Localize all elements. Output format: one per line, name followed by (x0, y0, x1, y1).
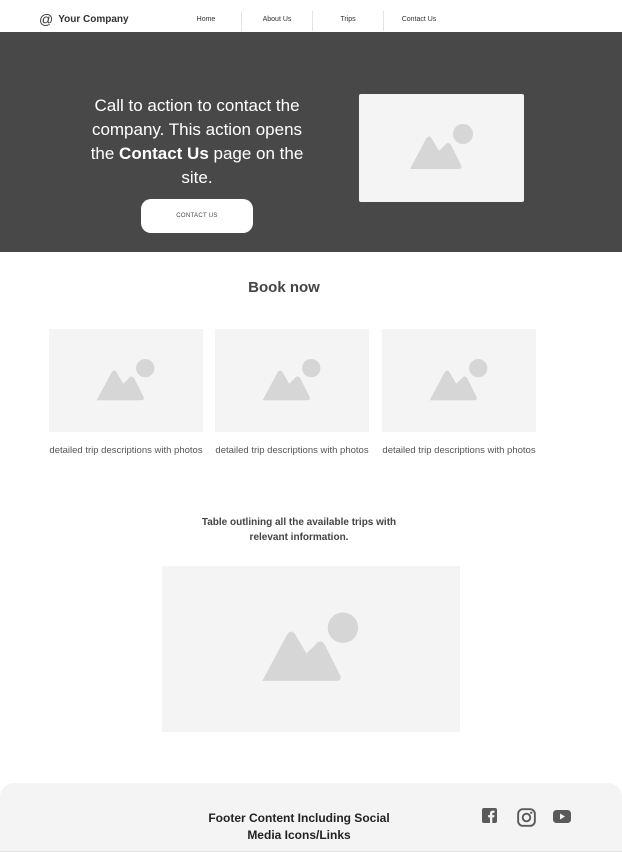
trip-card[interactable]: detailed trip descriptions with photos (215, 329, 369, 457)
site-header: @ Your Company Home About Us Trips Conta… (0, 0, 622, 32)
trip-image (215, 329, 369, 432)
nav-home[interactable]: Home (171, 11, 241, 31)
trip-card[interactable]: detailed trip descriptions with photos (382, 329, 536, 457)
nav-about-us[interactable]: About Us (242, 11, 312, 31)
trip-description: detailed trip descriptions with photos (49, 445, 203, 456)
brand-logo[interactable]: @ Your Company (39, 11, 129, 27)
trip-image (382, 329, 536, 432)
hero-call-to-action-text: Call to action to contact the company. T… (88, 94, 306, 190)
trips-table-image (162, 566, 460, 732)
hero-section: Call to action to contact the company. T… (0, 32, 622, 252)
site-footer: Footer Content Including Social Media Ic… (0, 783, 622, 852)
main-nav: Home About Us Trips Contact Us (171, 11, 454, 31)
trip-description: detailed trip descriptions with photos (215, 445, 369, 456)
image-placeholder-icon (262, 358, 321, 400)
instagram-icon[interactable] (516, 807, 536, 827)
nav-contact-us[interactable]: Contact Us (384, 11, 454, 31)
image-placeholder-icon (409, 124, 473, 169)
image-placeholder-icon (96, 358, 155, 400)
image-placeholder-icon (429, 358, 488, 400)
trip-description: detailed trip descriptions with photos (382, 445, 536, 456)
youtube-icon[interactable] (553, 809, 571, 823)
image-placeholder-icon (262, 612, 359, 681)
brand-name: Your Company (58, 13, 129, 25)
contact-us-button[interactable]: CONTACT US (141, 199, 253, 233)
hero-text-bold: Contact Us (119, 144, 209, 163)
trip-image (49, 329, 203, 432)
hero-image (359, 94, 524, 202)
trip-card[interactable]: detailed trip descriptions with photos (49, 329, 203, 457)
nav-trips[interactable]: Trips (313, 11, 383, 31)
footer-content-text: Footer Content Including Social Media Ic… (208, 811, 390, 842)
book-now-heading: Book now (248, 279, 320, 296)
at-sign-icon: @ (39, 11, 54, 27)
trips-table-note: Table outlining all the available trips … (201, 517, 397, 543)
facebook-icon[interactable] (481, 807, 497, 823)
